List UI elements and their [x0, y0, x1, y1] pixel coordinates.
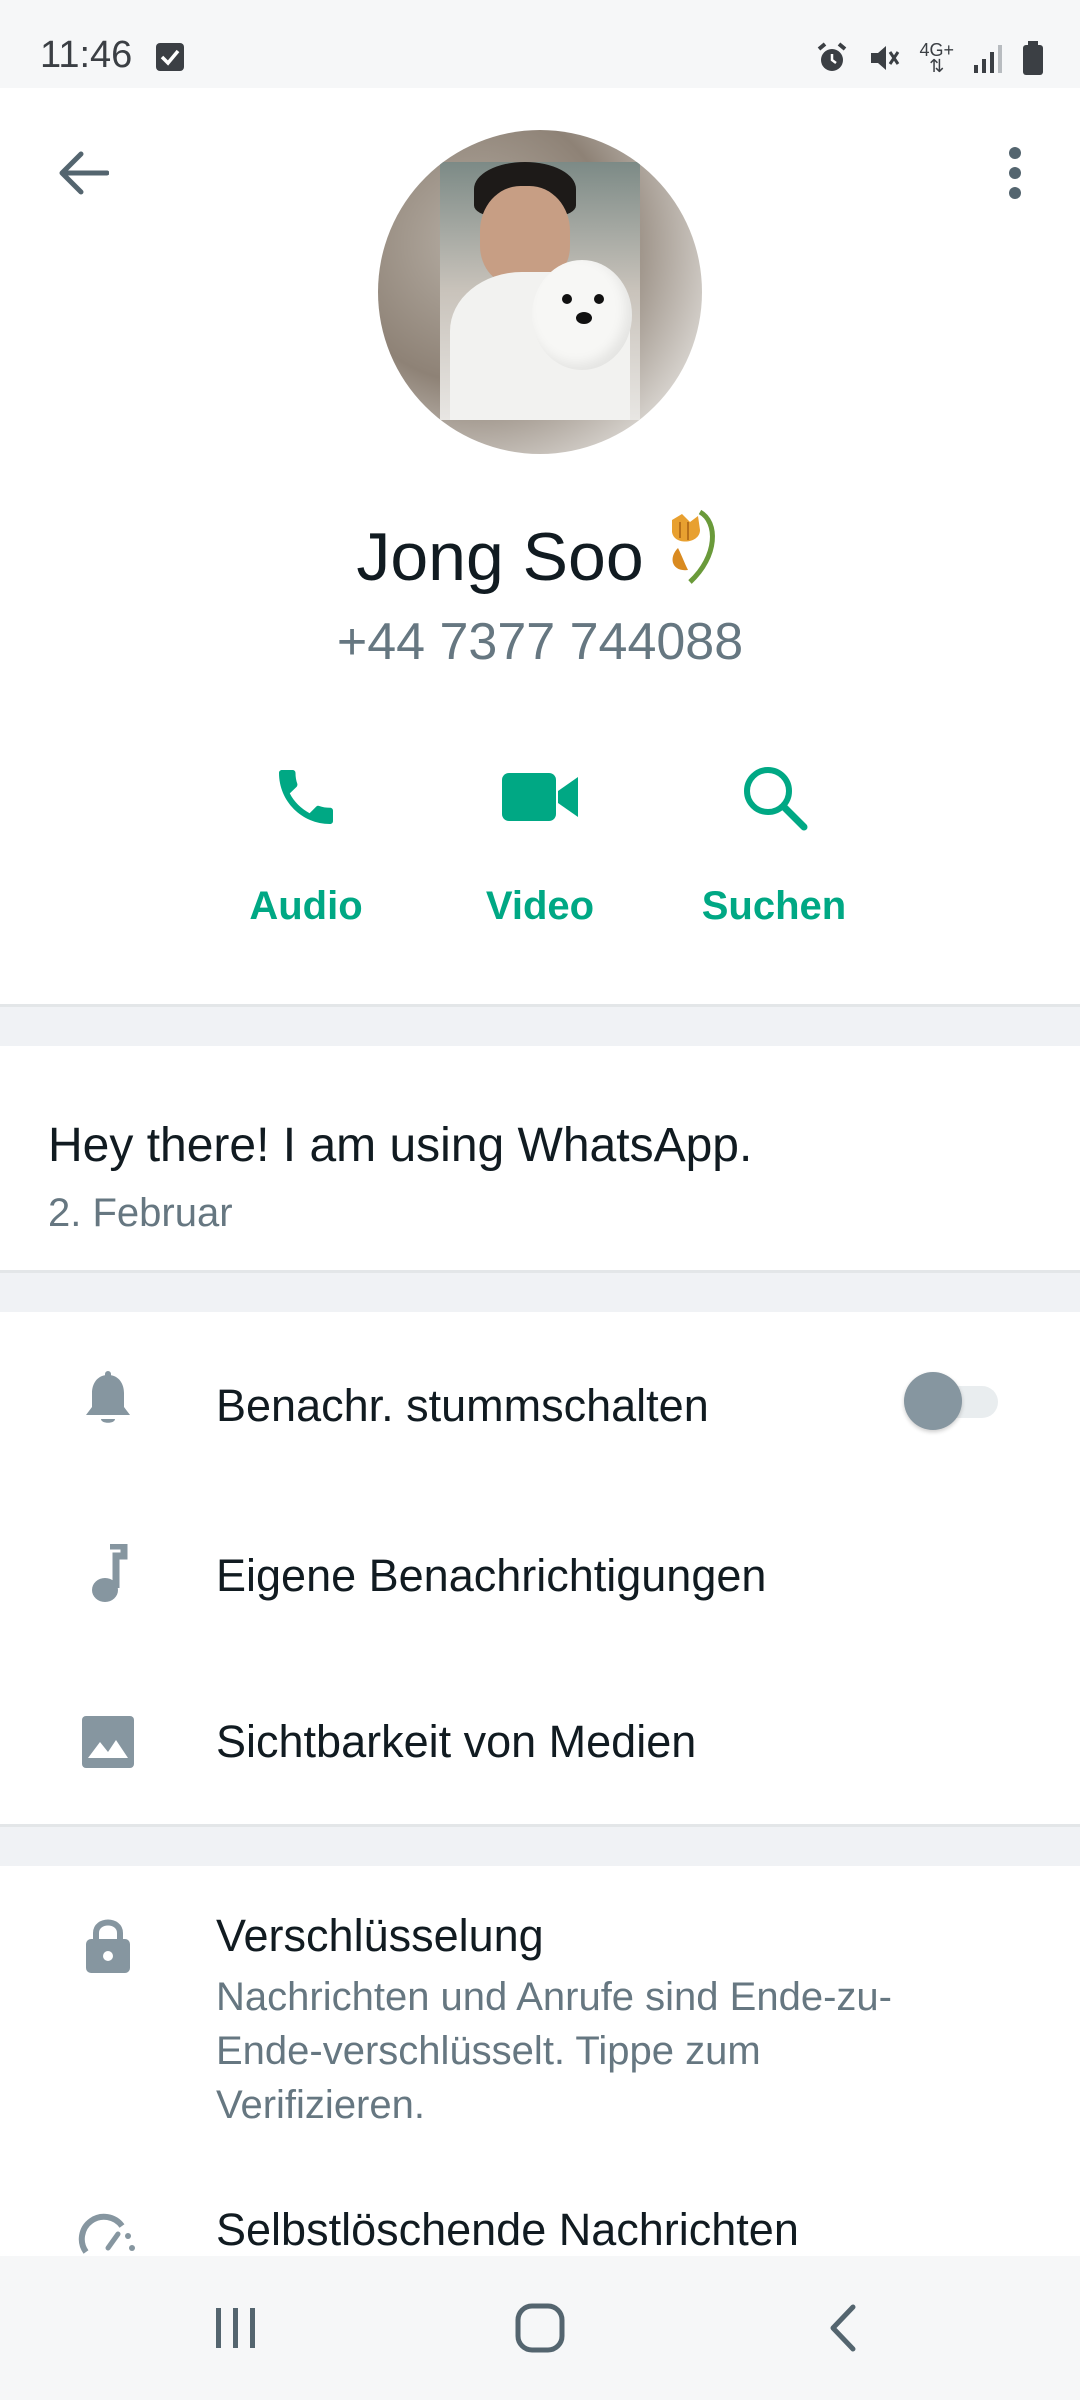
audio-call-button[interactable]: Audio: [206, 752, 406, 929]
system-back-button[interactable]: [792, 2286, 892, 2370]
mute-label: Benachr. stummschalten: [216, 1380, 709, 1431]
disappearing-messages-label: Selbstlöschende Nachrichten: [216, 2204, 799, 2255]
arrow-left-icon: [59, 151, 109, 195]
video-icon: [440, 752, 640, 842]
wilted-flower-emoji-icon: [660, 508, 724, 586]
music-note-icon: [78, 1544, 138, 1604]
search-button[interactable]: Suchen: [674, 752, 874, 929]
image-icon: [78, 1712, 138, 1772]
section-divider: [0, 1270, 1080, 1312]
disappearing-messages-row[interactable]: Selbstlöschende Nachrichten: [0, 2190, 1080, 2256]
contact-name: Jong Soo: [0, 508, 1080, 596]
action-buttons: Audio Video Suchen: [0, 752, 1080, 952]
alarm-icon: [818, 42, 847, 71]
status-icons: 4G+ ⇅: [815, 40, 1044, 76]
encryption-description: Nachrichten und Anrufe sind Ende-zu-Ende…: [216, 1975, 892, 2127]
section-divider: [0, 1004, 1080, 1046]
phone-icon: [206, 752, 406, 842]
video-label: Video: [485, 884, 595, 928]
search-icon: [674, 752, 874, 842]
home-icon: [515, 2303, 565, 2353]
video-call-button[interactable]: Video: [440, 752, 640, 929]
battery-icon: [1023, 41, 1043, 75]
lock-icon: [78, 1916, 138, 1976]
about-section[interactable]: Hey there! I am using WhatsApp. 2. Febru…: [48, 1118, 752, 1236]
contact-avatar[interactable]: [378, 130, 702, 454]
recent-apps-button[interactable]: [186, 2286, 286, 2370]
custom-notifications-row[interactable]: Eigene Benachrichtigungen: [0, 1500, 1080, 1650]
timer-icon: [78, 2212, 138, 2256]
back-button[interactable]: [48, 138, 118, 208]
section-divider: [0, 1824, 1080, 1866]
signal-icon: [974, 45, 1002, 73]
bell-icon: [78, 1370, 138, 1430]
recent-apps-icon: [216, 2308, 255, 2348]
network-type: 4G+ ⇅: [919, 40, 954, 76]
more-options-button[interactable]: [980, 138, 1050, 208]
contact-phone: +44 7377 744088: [336, 613, 744, 671]
audio-label: Audio: [249, 884, 363, 928]
media-visibility-row[interactable]: Sichtbarkeit von Medien: [0, 1672, 1080, 1822]
encryption-row[interactable]: Verschlüsselung Nachrichten und Anrufe s…: [0, 1890, 1080, 2150]
system-navigation-bar: [0, 2256, 1080, 2400]
mute-icon: [871, 46, 900, 70]
search-label: Suchen: [701, 884, 847, 928]
media-visibility-label: Sichtbarkeit von Medien: [216, 1716, 697, 1767]
avatar-photo: [440, 162, 640, 420]
mute-notifications-row[interactable]: Benachr. stummschalten: [0, 1330, 1080, 1472]
status-time: 11:46: [40, 34, 133, 76]
more-vertical-icon: [1009, 147, 1021, 199]
custom-notifications-label: Eigene Benachrichtigungen: [216, 1550, 767, 1601]
checkbox-notification-icon: [156, 43, 184, 71]
home-button[interactable]: [490, 2286, 590, 2370]
status-bar: 11:46 4G+ ⇅: [0, 0, 1080, 88]
mute-toggle[interactable]: [904, 1372, 1000, 1430]
encryption-label: Verschlüsselung: [216, 1910, 544, 1961]
about-date: 2. Februar: [48, 1191, 233, 1235]
chevron-left-icon: [830, 2304, 856, 2352]
about-text: Hey there! I am using WhatsApp.: [48, 1119, 753, 1172]
